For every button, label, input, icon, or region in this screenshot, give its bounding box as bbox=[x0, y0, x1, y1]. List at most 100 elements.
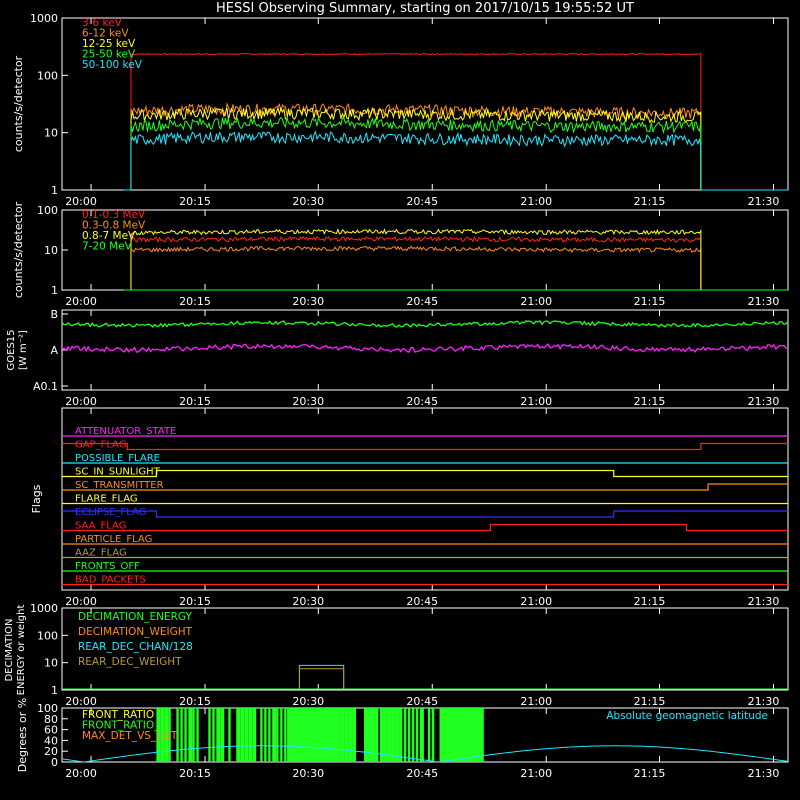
x-tick-label: 21:30 bbox=[748, 295, 780, 308]
x-tick-label: 21:00 bbox=[520, 595, 552, 608]
x-tick-label: 20:00 bbox=[65, 195, 97, 208]
y-tick-label: 1000 bbox=[30, 602, 58, 615]
flag-label: FLARE_FLAG bbox=[75, 494, 138, 505]
x-tick-label: 20:15 bbox=[179, 695, 211, 708]
x-tick-label: 20:45 bbox=[406, 695, 438, 708]
front-ratio-bar bbox=[216, 708, 221, 762]
front-ratio-bar bbox=[415, 708, 419, 762]
legend-entry: MAX_DET_VS_TOT bbox=[82, 730, 178, 742]
series-geomagnetic-latitude bbox=[61, 745, 789, 763]
y-tick-label: A0.1 bbox=[33, 380, 58, 393]
x-tick-label: 20:30 bbox=[292, 695, 324, 708]
y-tick-label: 1000 bbox=[30, 12, 58, 25]
x-tick-label: 21:00 bbox=[520, 295, 552, 308]
front-ratio-bar bbox=[411, 708, 415, 762]
y-tick-label: 1 bbox=[51, 184, 58, 197]
front-ratio-bar bbox=[352, 708, 357, 762]
series-0.1-0.3 MeV bbox=[123, 235, 788, 291]
front-ratio-bar bbox=[391, 708, 396, 762]
x-tick-label: 20:15 bbox=[179, 595, 211, 608]
flag-label: BAD_PACKETS bbox=[75, 575, 146, 586]
flag-label: ATTENUATOR_STATE bbox=[75, 426, 176, 437]
x-tick-label: 20:45 bbox=[406, 295, 438, 308]
y-axis-label: DECIMATION bbox=[4, 618, 15, 681]
x-tick-label: 20:30 bbox=[292, 595, 324, 608]
y-axis-label-2: ENERGY or weight bbox=[16, 605, 27, 696]
flag-label: GAP_FLAG bbox=[75, 440, 127, 451]
y-tick-label: 10 bbox=[44, 127, 58, 140]
x-tick-label: 20:30 bbox=[292, 395, 324, 408]
x-tick-label: 21:30 bbox=[748, 195, 780, 208]
flag-line-SAA_FLAG bbox=[62, 523, 788, 532]
series-GOES short bbox=[61, 342, 789, 353]
flag-line-SC_IN_SUNLIGHT bbox=[62, 469, 788, 478]
front-ratio-bar bbox=[403, 708, 407, 762]
front-ratio-bar bbox=[252, 708, 257, 762]
x-tick-label: 20:00 bbox=[65, 295, 97, 308]
front-ratio-bar bbox=[387, 708, 392, 762]
front-ratio-bar bbox=[395, 708, 400, 762]
series-REAR_DEC_WEIGHT bbox=[298, 668, 345, 689]
y-tick-label: 10 bbox=[44, 657, 58, 670]
y-axis-label: Degrees or % bbox=[16, 698, 29, 772]
front-ratio-bar bbox=[272, 708, 277, 762]
y-tick-label: 100 bbox=[37, 204, 58, 217]
x-tick-label: 20:45 bbox=[406, 595, 438, 608]
flag-line-SC_TRANSMITTER bbox=[62, 483, 788, 491]
panel-goes-frame bbox=[61, 309, 789, 391]
x-tick-label: 20:00 bbox=[65, 595, 97, 608]
chart-title: HESSI Observing Summary, starting on 201… bbox=[216, 1, 634, 16]
front-ratio-bar bbox=[244, 708, 249, 762]
flag-label: SAA_FLAG bbox=[75, 521, 126, 532]
x-tick-label: 21:15 bbox=[634, 595, 666, 608]
series-0.3-0.8 MeV bbox=[123, 245, 788, 291]
x-tick-label: 20:30 bbox=[292, 295, 324, 308]
flag-label: SC_IN_SUNLIGHT bbox=[75, 467, 161, 478]
series-50-100 keV bbox=[123, 130, 788, 191]
panel-flags: 20:00 20:15 20:30 20:45 21:00 21:15 21:30 Flags… bbox=[30, 407, 789, 608]
flag-label: PARTICLE_FLAG bbox=[75, 534, 152, 545]
y-axis-label-units: [W m⁻²] bbox=[18, 330, 29, 370]
x-tick-label: 20:30 bbox=[292, 195, 324, 208]
front-ratio-bar bbox=[192, 708, 195, 762]
legend-entry: DECIMATION_WEIGHT bbox=[78, 626, 193, 638]
legend-entry-latitude: Absolute geomagnetic latitude bbox=[606, 710, 768, 722]
front-ratio-bar bbox=[431, 708, 435, 762]
flag-label: FRONTS_OFF bbox=[75, 561, 140, 572]
y-axis-label: counts/s/detector bbox=[12, 55, 25, 152]
x-tick-label: 21:00 bbox=[520, 767, 552, 780]
y-tick-label: 1 bbox=[51, 684, 58, 697]
panel-low-energy: 20:00 20:15 20:30 20:45 21:00 21:15 21:30 1 10 10… bbox=[12, 12, 789, 208]
front-ratio-bar bbox=[427, 708, 431, 762]
front-ratio-bar bbox=[220, 708, 225, 762]
front-ratio-bar bbox=[268, 708, 271, 762]
y-axis-label: counts/s/detector bbox=[12, 201, 25, 298]
front-ratio-bar bbox=[264, 708, 267, 762]
front-ratio-bar bbox=[184, 708, 187, 762]
x-tick-label: 21:00 bbox=[520, 195, 552, 208]
front-ratio-bar bbox=[287, 708, 338, 762]
x-tick-label: 21:15 bbox=[634, 195, 666, 208]
panel-low-energy-frame bbox=[61, 17, 789, 191]
x-tick-label: 20:00 bbox=[65, 695, 97, 708]
front-ratio-bar bbox=[228, 708, 231, 762]
x-tick-label: 20:45 bbox=[406, 767, 438, 780]
series-GOES long bbox=[61, 320, 789, 328]
front-ratio-bar bbox=[344, 708, 349, 762]
x-tick-label: 20:15 bbox=[179, 767, 211, 780]
series-6-12 keV bbox=[123, 102, 788, 191]
y-tick-label: 10 bbox=[44, 244, 58, 257]
front-ratio-bar bbox=[280, 708, 283, 762]
x-tick-label: 20:45 bbox=[406, 195, 438, 208]
front-ratio-bar bbox=[419, 708, 424, 762]
y-tick-label: 100 bbox=[37, 702, 58, 715]
x-tick-label: 21:30 bbox=[748, 695, 780, 708]
flag-line-ECLIPSE_FLAG bbox=[62, 510, 788, 518]
panel-high-energy: 20:00 20:15 20:30 20:45 21:00 21:15 21:30 1 10 10… bbox=[12, 201, 789, 308]
y-tick-label: B bbox=[50, 308, 58, 321]
flag-label: SC_TRANSMITTER bbox=[75, 480, 164, 491]
front-ratio-bar bbox=[399, 708, 403, 762]
front-ratio-bar bbox=[407, 708, 411, 762]
flag-label: ECLIPSE_FLAG bbox=[75, 507, 146, 518]
x-tick-label: 21:15 bbox=[634, 295, 666, 308]
